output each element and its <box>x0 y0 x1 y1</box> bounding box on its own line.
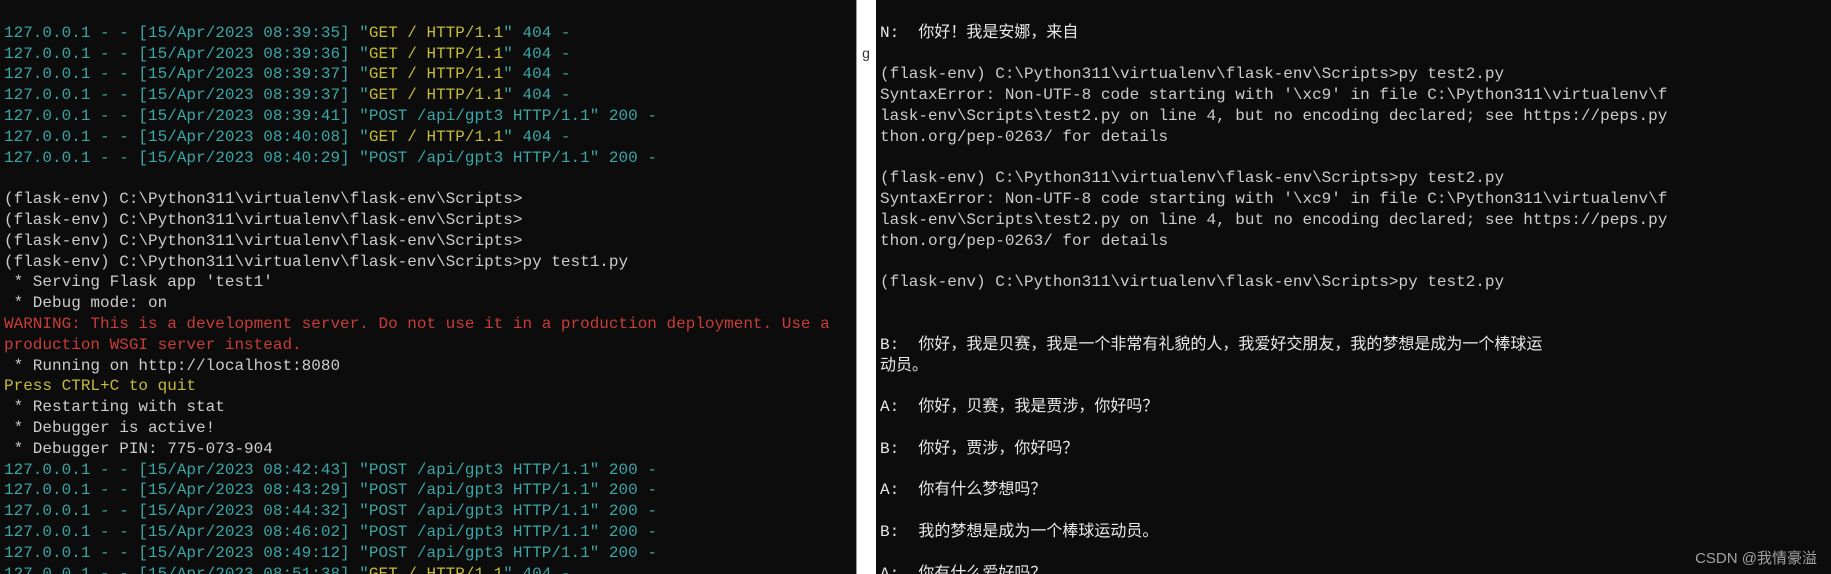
log-line: 127.0.0.1 - - [15/Apr/2023 08:39:37] " <box>4 86 369 104</box>
log-line: 127.0.0.1 - - [15/Apr/2023 08:39:41] " <box>4 107 369 125</box>
log-line: 127.0.0.1 - - [15/Apr/2023 08:43:29] " <box>4 481 369 499</box>
chat-line: A: 你有什么爱好吗？ <box>880 565 1046 574</box>
chat-line: 动员。 <box>880 357 928 375</box>
log-line: 127.0.0.1 - - [15/Apr/2023 08:39:36] " <box>4 45 369 63</box>
status: " 200 - <box>590 523 657 541</box>
error-line: lask-env\Scripts\test2.py on line 4, but… <box>880 211 1667 229</box>
error-line: lask-env\Scripts\test2.py on line 4, but… <box>880 107 1667 125</box>
status: " 404 - <box>503 86 570 104</box>
request: POST /api/gpt3 HTTP/1.1 <box>369 107 590 125</box>
chat-line: B: 你好，我是贝赛，我是一个非常有礼貌的人，我爱好交朋友，我的梦想是成为一个棒… <box>880 336 1542 354</box>
pane-divider[interactable] <box>856 0 857 574</box>
status: " 404 - <box>503 65 570 83</box>
prompt: (flask-env) C:\Python311\virtualenv\flas… <box>880 169 1504 187</box>
request: GET / HTTP/1.1 <box>369 45 503 63</box>
log-line: 127.0.0.1 - - [15/Apr/2023 08:49:12] " <box>4 544 369 562</box>
error-line: SyntaxError: Non-UTF-8 code starting wit… <box>880 86 1667 104</box>
request: POST /api/gpt3 HTTP/1.1 <box>369 481 590 499</box>
status: " 200 - <box>590 481 657 499</box>
chat-line: A: 你好，贝赛，我是贾涉，你好吗？ <box>880 398 1158 416</box>
prompt: (flask-env) C:\Python311\virtualenv\flas… <box>880 65 1504 83</box>
middle-gap: g <box>856 0 876 574</box>
flask-restart: * Restarting with stat <box>4 398 225 416</box>
chat-line: A: 你有什么梦想吗？ <box>880 481 1046 499</box>
request: GET / HTTP/1.1 <box>369 565 503 574</box>
request: GET / HTTP/1.1 <box>369 24 503 42</box>
prompt: (flask-env) C:\Python311\virtualenv\flas… <box>4 253 628 271</box>
prompt: (flask-env) C:\Python311\virtualenv\flas… <box>880 273 1504 291</box>
status: " 404 - <box>503 565 570 574</box>
status: " 200 - <box>590 502 657 520</box>
flask-serve: * Serving Flask app 'test1' <box>4 273 273 291</box>
request: POST /api/gpt3 HTTP/1.1 <box>369 502 590 520</box>
right-terminal[interactable]: N: 你好！我是安娜，来自 (flask-env) C:\Python311\v… <box>876 0 1831 574</box>
log-line: 127.0.0.1 - - [15/Apr/2023 08:44:32] " <box>4 502 369 520</box>
request: GET / HTTP/1.1 <box>369 65 503 83</box>
flask-pin: * Debugger PIN: 775-073-904 <box>4 440 273 458</box>
status: " 404 - <box>503 45 570 63</box>
status: " 200 - <box>590 461 657 479</box>
log-line: 127.0.0.1 - - [15/Apr/2023 08:39:37] " <box>4 65 369 83</box>
flask-warning: WARNING: This is a development server. D… <box>4 314 852 356</box>
error-line: SyntaxError: Non-UTF-8 code starting wit… <box>880 190 1667 208</box>
status: " 200 - <box>590 544 657 562</box>
log-line: 127.0.0.1 - - [15/Apr/2023 08:42:43] " <box>4 461 369 479</box>
prompt: (flask-env) C:\Python311\virtualenv\flas… <box>4 232 522 250</box>
request: POST /api/gpt3 HTTP/1.1 <box>369 461 590 479</box>
request: POST /api/gpt3 HTTP/1.1 <box>369 523 590 541</box>
error-line: thon.org/pep-0263/ for details <box>880 128 1168 146</box>
request: POST /api/gpt3 HTTP/1.1 <box>369 149 590 167</box>
flask-running: * Running on http://localhost:8080 <box>4 357 340 375</box>
chat-line: B: 我的梦想是成为一个棒球运动员。 <box>880 523 1158 541</box>
flask-debugger-active: * Debugger is active! <box>4 419 215 437</box>
request: GET / HTTP/1.1 <box>369 86 503 104</box>
request: POST /api/gpt3 HTTP/1.1 <box>369 544 590 562</box>
prompt: (flask-env) C:\Python311\virtualenv\flas… <box>4 190 522 208</box>
status: " 404 - <box>503 24 570 42</box>
status: " 200 - <box>590 149 657 167</box>
gap-char: g <box>862 45 870 61</box>
log-line: 127.0.0.1 - - [15/Apr/2023 08:51:38] " <box>4 565 369 574</box>
chat-line: B: 你好，贾涉，你好吗？ <box>880 440 1078 458</box>
log-line: 127.0.0.1 - - [15/Apr/2023 08:39:35] " <box>4 24 369 42</box>
flask-ctrlc: Press CTRL+C to quit <box>4 377 196 395</box>
prompt: (flask-env) C:\Python311\virtualenv\flas… <box>4 211 522 229</box>
status: " 404 - <box>503 128 570 146</box>
log-line: 127.0.0.1 - - [15/Apr/2023 08:46:02] " <box>4 523 369 541</box>
watermark: CSDN @我情豪溢 <box>1695 549 1817 569</box>
status: " 200 - <box>590 107 657 125</box>
request: GET / HTTP/1.1 <box>369 128 503 146</box>
error-line: thon.org/pep-0263/ for details <box>880 232 1168 250</box>
left-terminal[interactable]: 127.0.0.1 - - [15/Apr/2023 08:39:35] "GE… <box>0 0 856 574</box>
chat-line: N: 你好！我是安娜，来自 <box>880 24 1078 42</box>
flask-debug: * Debug mode: on <box>4 294 167 312</box>
log-line: 127.0.0.1 - - [15/Apr/2023 08:40:08] " <box>4 128 369 146</box>
log-line: 127.0.0.1 - - [15/Apr/2023 08:40:29] " <box>4 149 369 167</box>
